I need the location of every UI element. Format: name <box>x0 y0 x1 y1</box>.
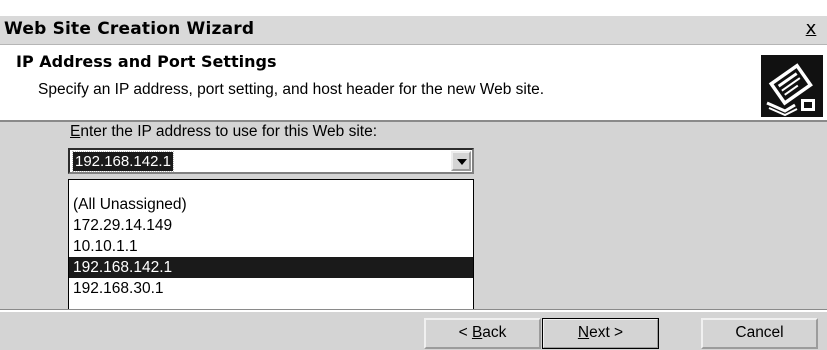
ip-option[interactable]: 192.168.30.1 <box>69 278 473 299</box>
chevron-down-icon <box>457 159 467 165</box>
ip-option-selected[interactable]: 192.168.142.1 <box>69 257 473 278</box>
ip-option[interactable]: 10.10.1.1 <box>69 236 473 257</box>
page-title: IP Address and Port Settings <box>16 52 277 71</box>
title-bar[interactable]: Web Site Creation Wizard x <box>0 16 827 45</box>
next-button[interactable]: Next > <box>542 318 659 349</box>
page-subtitle: Specify an IP address, port setting, and… <box>38 81 545 98</box>
cancel-button[interactable]: Cancel <box>701 318 818 349</box>
window-title: Web Site Creation Wizard <box>4 19 255 39</box>
ip-option[interactable]: 172.29.14.149 <box>69 215 473 236</box>
ip-address-label: Enter the IP address to use for this Web… <box>70 123 378 140</box>
wizard-book-icon <box>761 55 823 117</box>
back-button[interactable]: < Back <box>424 318 541 349</box>
dropdown-button[interactable] <box>451 151 471 171</box>
ip-address-combobox[interactable]: 192.168.142.1 <box>68 148 474 174</box>
ip-address-dropdown-list[interactable]: (All Unassigned) 172.29.14.149 10.10.1.1… <box>68 179 474 310</box>
wizard-header: IP Address and Port Settings Specify an … <box>0 45 827 122</box>
wizard-dialog: Web Site Creation Wizard x IP Address an… <box>0 16 827 350</box>
ip-selected-value[interactable]: 192.168.142.1 <box>72 151 174 172</box>
close-icon[interactable]: x <box>801 19 821 39</box>
ip-option-all-unassigned[interactable]: (All Unassigned) <box>69 194 473 215</box>
wizard-button-bar: < Back Next > Cancel <box>0 310 827 350</box>
